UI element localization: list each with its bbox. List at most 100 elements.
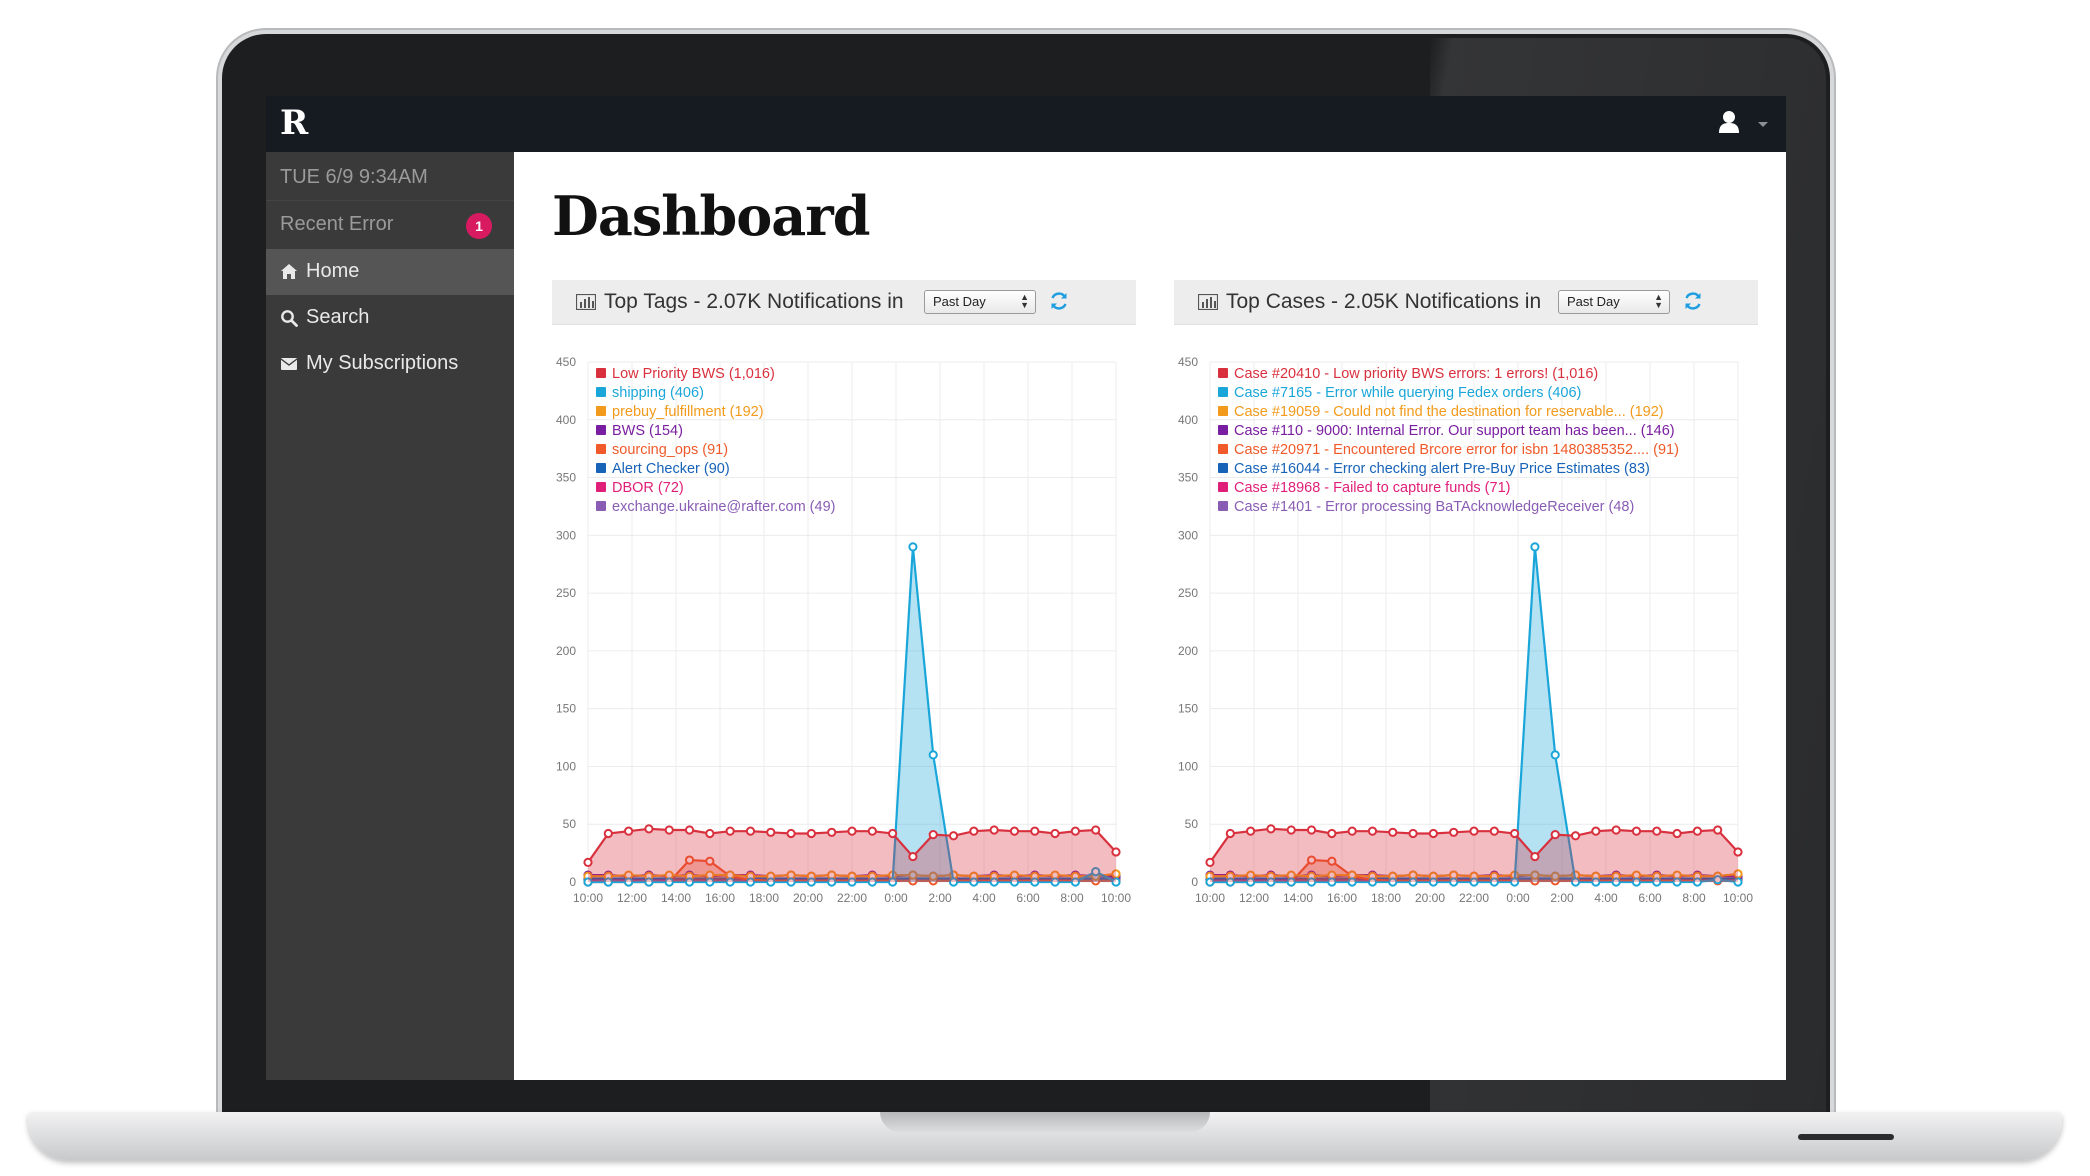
legend-entry: shipping (406) <box>612 385 704 401</box>
x-tick-label: 4:00 <box>972 891 996 905</box>
data-point <box>1631 826 1642 836</box>
data-point <box>1713 825 1723 835</box>
data-point <box>969 826 979 836</box>
app-logo[interactable]: R <box>280 106 314 140</box>
sidebar: TUE 6/9 9:34AM Recent Error 1 Home Searc… <box>266 152 514 1080</box>
sidebar-item-label: My Subscriptions <box>306 352 459 374</box>
data-point <box>1570 831 1581 841</box>
x-tick-label: 6:00 <box>1638 891 1662 905</box>
search-icon <box>281 310 298 327</box>
x-tick-label: 2:00 <box>928 891 952 905</box>
data-point <box>1347 826 1357 836</box>
x-tick-label: 10:00 <box>573 891 603 905</box>
period-select[interactable]: Past Day ▲ ▼ <box>1558 290 1670 314</box>
top-cases-panel: Top Cases - 2.05K Notifications in Past … <box>1174 280 1758 972</box>
panel-header: Top Tags - 2.07K Notifications in Past D… <box>552 280 1136 325</box>
x-tick-label: 22:00 <box>1459 891 1489 905</box>
legend-swatch <box>596 463 606 473</box>
y-tick-label: 200 <box>556 644 576 658</box>
legend-entry: Case #19059 - Could not find the destina… <box>1234 404 1664 420</box>
data-point <box>1530 542 1540 552</box>
bar-chart-icon <box>576 294 596 310</box>
data-point <box>705 828 715 839</box>
y-tick-label: 150 <box>1178 702 1198 716</box>
y-tick-label: 450 <box>1178 355 1198 369</box>
x-tick-label: 14:00 <box>1283 891 1313 905</box>
data-point <box>1388 827 1398 837</box>
x-tick-label: 10:00 <box>1723 891 1753 905</box>
envelope-icon <box>280 358 298 370</box>
chevron-down-icon[interactable] <box>1758 122 1768 127</box>
data-point <box>1050 828 1060 839</box>
y-tick-label: 350 <box>1178 471 1198 485</box>
top-cases-chart: 0 50 100 150 200 250 300 350 400 450 10:00 12:00 14:… <box>1178 355 1753 905</box>
main-content: Dashboard Top Tags - 2.07K Notifications… <box>514 152 1786 1080</box>
legend-entry: Alert Checker (90) <box>612 461 730 477</box>
x-tick-label: 10:00 <box>1101 891 1131 905</box>
legend-swatch <box>1218 444 1228 454</box>
data-point <box>1510 828 1520 839</box>
panel-title: Top Cases - 2.05K Notifications in <box>1226 290 1542 313</box>
data-point <box>766 827 776 837</box>
data-point <box>928 750 938 760</box>
data-point <box>1111 847 1121 857</box>
legend-entry: Case #7165 - Error while querying Fedex … <box>1234 385 1581 401</box>
recent-error-item[interactable]: Recent Error 1 <box>266 200 514 250</box>
refresh-icon[interactable] <box>1682 290 1704 312</box>
x-tick-label: 6:00 <box>1016 891 1040 905</box>
y-tick-label: 100 <box>556 759 576 773</box>
data-point <box>1591 826 1601 836</box>
x-tick-label: 16:00 <box>1327 891 1357 905</box>
x-tick-label: 0:00 <box>884 891 908 905</box>
data-point <box>908 542 918 552</box>
data-point <box>1652 826 1662 836</box>
laptop-opening-notch <box>880 1112 1210 1132</box>
data-point <box>624 826 634 836</box>
data-point <box>1286 825 1296 835</box>
x-tick-label: 10:00 <box>1195 891 1225 905</box>
panel-title: Top Tags - 2.07K Notifications in <box>604 290 904 313</box>
x-tick-label: 8:00 <box>1060 891 1084 905</box>
data-point <box>908 851 918 862</box>
y-tick-label: 150 <box>556 702 576 716</box>
data-point <box>1030 826 1040 836</box>
legend-entry: Case #20410 - Low priority BWS errors: 1… <box>1234 366 1598 382</box>
legend-swatch <box>1218 368 1228 378</box>
y-tick-label: 300 <box>556 528 576 542</box>
sidebar-item-search[interactable]: Search <box>266 295 514 341</box>
user-icon[interactable] <box>1718 110 1740 134</box>
y-tick-label: 400 <box>556 413 576 427</box>
current-datetime: TUE 6/9 9:34AM <box>280 166 428 188</box>
x-tick-label: 12:00 <box>617 891 647 905</box>
period-select[interactable]: Past Day ▲ ▼ <box>924 290 1036 314</box>
data-point <box>1367 826 1378 836</box>
data-point <box>1327 828 1337 839</box>
data-point <box>1009 826 1020 836</box>
legend-entry: Case #1401 - Error processing BaTAcknowl… <box>1234 499 1634 515</box>
error-count-badge: 1 <box>466 213 492 239</box>
select-arrows-icon: ▲ ▼ <box>1654 292 1663 310</box>
data-point <box>1489 826 1499 836</box>
refresh-icon[interactable] <box>1048 290 1070 312</box>
data-point <box>1550 750 1560 760</box>
chart-legend: Case #20410 - Low priority BWS errors: 1… <box>1218 366 1679 515</box>
data-point <box>664 825 674 835</box>
x-tick-label: 12:00 <box>1239 891 1269 905</box>
data-point <box>847 826 857 836</box>
x-tick-label: 22:00 <box>837 891 867 905</box>
sidebar-item-subscriptions[interactable]: My Subscriptions <box>266 341 514 387</box>
y-tick-label: 0 <box>1191 875 1198 889</box>
data-point <box>888 828 898 839</box>
home-icon <box>281 264 297 279</box>
data-point <box>1091 825 1101 835</box>
legend-swatch <box>1218 387 1228 397</box>
data-point <box>745 826 756 836</box>
legend-entry: Low Priority BWS (1,016) <box>612 366 775 382</box>
period-select-value: Past Day <box>1567 294 1620 309</box>
bar-chart-icon <box>1198 294 1218 310</box>
data-point <box>1550 830 1560 840</box>
sidebar-item-home[interactable]: Home <box>266 249 514 295</box>
legend-entry: prebuy_fulfillment (192) <box>612 404 764 420</box>
x-tick-label: 18:00 <box>749 891 779 905</box>
legend-swatch <box>596 425 606 435</box>
